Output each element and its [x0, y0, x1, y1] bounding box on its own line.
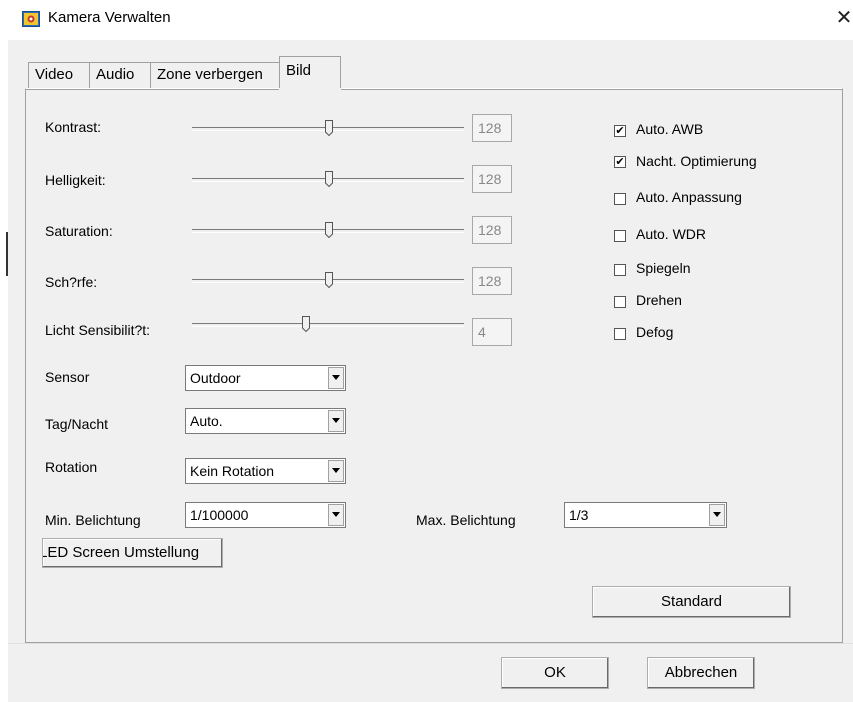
slider-track-licht-sensibilitaet: [192, 323, 464, 327]
close-icon[interactable]: ✕: [834, 8, 853, 28]
label-sensor: Sensor: [45, 369, 90, 385]
checkbox-label-defog[interactable]: Defog: [636, 324, 673, 340]
select-sensor-value: Outdoor: [190, 370, 241, 386]
led-screen-button[interactable]: LED Screen Umstellung: [42, 538, 223, 568]
checkbox-auto-awb[interactable]: ✔: [614, 125, 626, 137]
select-max-belichtung[interactable]: 1/3: [564, 502, 727, 528]
checkbox-auto-anpassung[interactable]: [614, 193, 626, 205]
value-box-kontrast: 128: [472, 114, 512, 142]
checkbox-label-auto-awb[interactable]: Auto. AWB: [636, 121, 703, 137]
slider-thumb-licht-sensibilitaet[interactable]: [302, 316, 310, 332]
left-window-edge: [0, 0, 8, 702]
label-min-belichtung: Min. Belichtung: [45, 512, 141, 528]
select-rotation-value: Kein Rotation: [190, 463, 275, 479]
select-max-belichtung-value: 1/3: [569, 507, 589, 523]
slider-label-schaerfe: Sch?rfe:: [45, 274, 98, 290]
checkbox-label-auto-wdr[interactable]: Auto. WDR: [636, 226, 706, 242]
footer-divider: [8, 643, 853, 644]
chevron-down-icon[interactable]: [328, 460, 344, 482]
tab-audio[interactable]: Audio: [89, 62, 151, 88]
value-box-licht-sensibilitaet: 4: [472, 318, 512, 346]
tab-zone-verbergen[interactable]: Zone verbergen: [150, 62, 280, 88]
slider-label-saturation: Saturation:: [45, 223, 113, 239]
chevron-down-icon[interactable]: [709, 504, 725, 526]
checkbox-spiegeln[interactable]: [614, 264, 626, 276]
checkbox-drehen[interactable]: [614, 296, 626, 308]
active-tab-gap: [279, 88, 341, 90]
cancel-button[interactable]: Abbrechen: [647, 657, 755, 689]
ok-button[interactable]: OK: [501, 657, 609, 689]
checkbox-label-drehen[interactable]: Drehen: [636, 292, 682, 308]
chevron-down-icon[interactable]: [328, 504, 344, 526]
value-box-schaerfe: 128: [472, 267, 512, 295]
checkbox-label-nacht-optimierung[interactable]: Nacht. Optimierung: [636, 153, 757, 169]
left-edge-marker: [6, 232, 8, 276]
slider-thumb-saturation[interactable]: [325, 222, 333, 238]
checkbox-label-auto-anpassung[interactable]: Auto. Anpassung: [636, 189, 742, 205]
select-min-belichtung-value: 1/100000: [190, 507, 249, 523]
slider-label-kontrast: Kontrast:: [45, 119, 102, 135]
chevron-down-icon[interactable]: [328, 367, 344, 389]
checkbox-nacht-optimierung[interactable]: ✔: [614, 156, 626, 168]
checkbox-defog[interactable]: [614, 328, 626, 340]
label-tag-nacht: Tag/Nacht: [45, 416, 109, 432]
window-title: Kamera Verwalten: [48, 9, 171, 26]
standard-button[interactable]: Standard: [592, 586, 791, 618]
chevron-down-icon[interactable]: [328, 410, 344, 432]
slider-thumb-kontrast[interactable]: [325, 120, 333, 136]
slider-label-helligkeit: Helligkeit:: [45, 172, 106, 188]
tab-video[interactable]: Video: [28, 62, 90, 88]
slider-thumb-helligkeit[interactable]: [325, 171, 333, 187]
select-tag-nacht[interactable]: Auto.: [185, 408, 346, 434]
checkbox-auto-wdr[interactable]: [614, 230, 626, 242]
value-box-saturation: 128: [472, 216, 512, 244]
slider-label-licht-sensibilitaet: Licht Sensibilit?t:: [45, 322, 151, 338]
slider-thumb-schaerfe[interactable]: [325, 272, 333, 288]
label-max-belichtung: Max. Belichtung: [416, 512, 516, 528]
label-rotation: Rotation: [45, 459, 98, 475]
value-box-helligkeit: 128: [472, 165, 512, 193]
select-min-belichtung[interactable]: 1/100000: [185, 502, 346, 528]
select-tag-nacht-value: Auto.: [190, 413, 223, 429]
title-bar: Kamera Verwalten ✕: [8, 0, 853, 40]
select-rotation[interactable]: Kein Rotation: [185, 458, 346, 484]
camera-app-icon: [22, 11, 40, 27]
select-sensor[interactable]: Outdoor: [185, 365, 346, 391]
checkbox-label-spiegeln[interactable]: Spiegeln: [636, 260, 691, 276]
tab-bild[interactable]: Bild: [279, 56, 341, 90]
